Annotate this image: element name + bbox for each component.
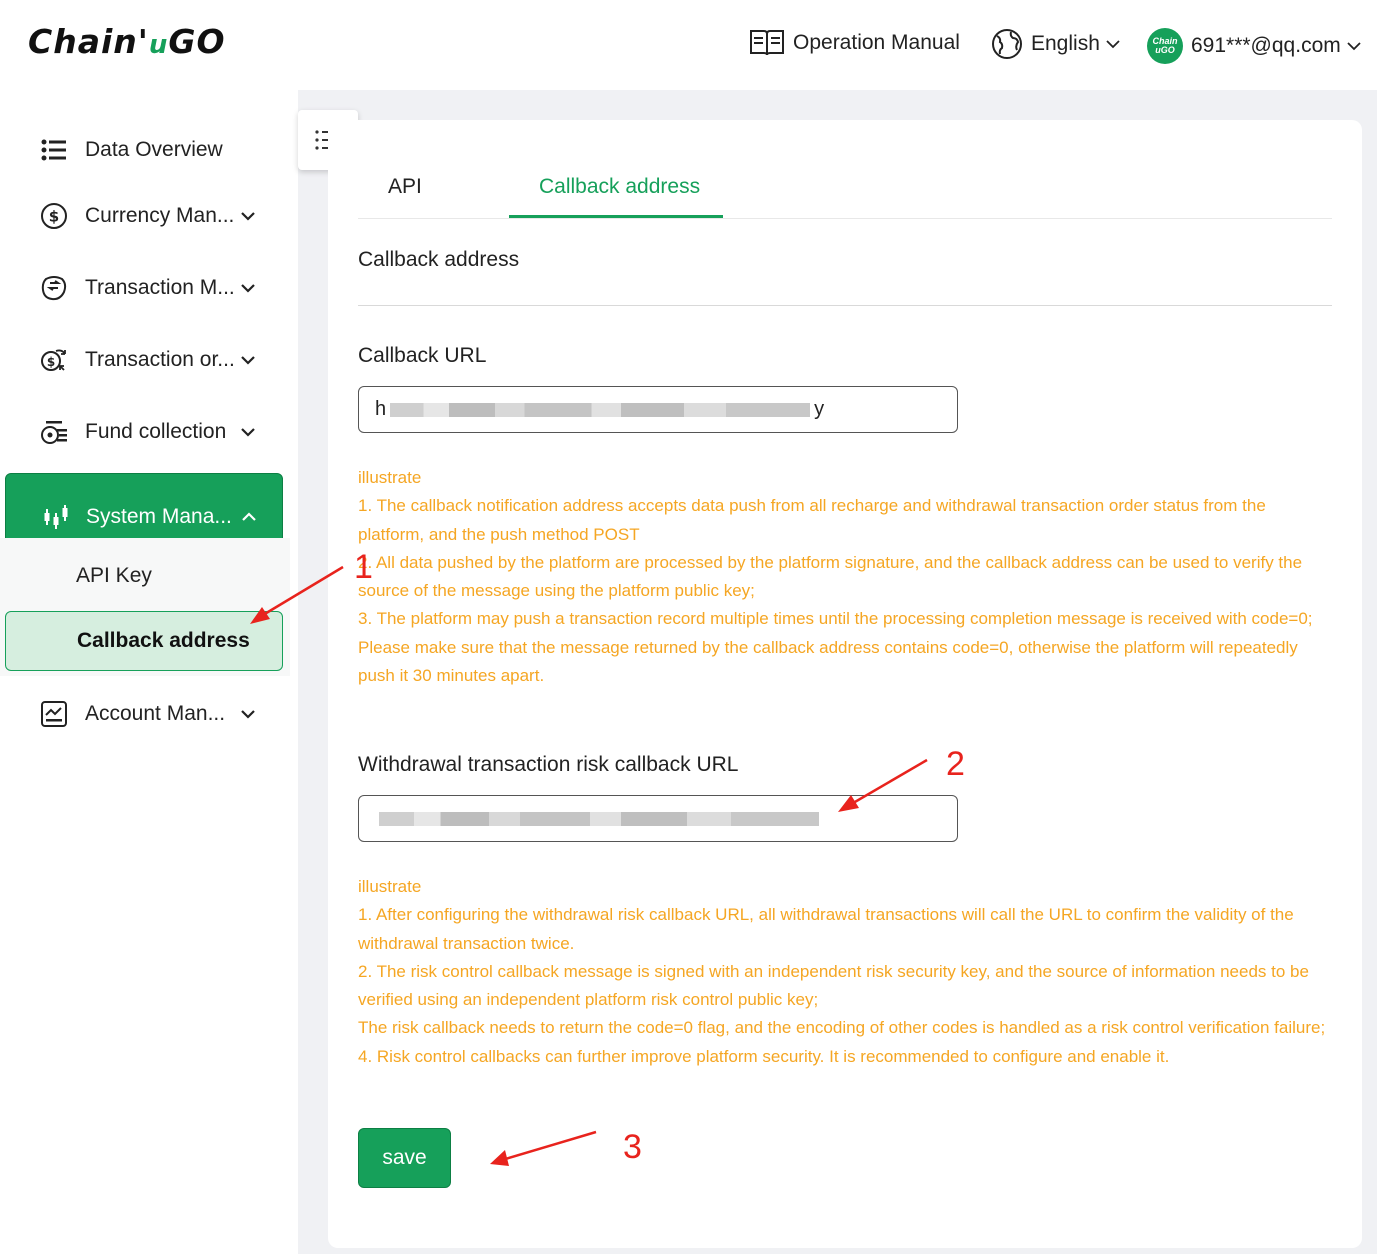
sidebar-item-currency-management[interactable]: $ Currency Man... xyxy=(0,188,290,244)
note-line: 3. The platform may push a transaction r… xyxy=(358,609,1313,629)
tab-api[interactable]: API xyxy=(388,175,422,199)
annotation-number: 1 xyxy=(354,548,373,586)
divider xyxy=(358,305,1332,306)
tab-bar: API Callback address xyxy=(358,120,1332,219)
submenu-item-callback-address[interactable]: Callback address xyxy=(5,611,283,671)
book-icon xyxy=(750,30,784,56)
note-line: 1. After configuring the withdrawal risk… xyxy=(358,905,1294,953)
chevron-down-icon xyxy=(1347,42,1361,51)
redacted-url-blur xyxy=(379,811,819,826)
sidebar-item-label: Fund collection xyxy=(85,420,227,443)
section-title: Callback address xyxy=(358,248,520,271)
logo-text-go: GO xyxy=(168,22,226,61)
system-management-submenu: API Key Callback address xyxy=(0,538,290,676)
language-selector[interactable]: English xyxy=(991,28,1128,60)
chevron-down-icon xyxy=(241,356,255,365)
chevron-down-icon xyxy=(241,212,255,221)
globe-icon xyxy=(992,29,1022,59)
note-line: 1. The callback notification address acc… xyxy=(358,496,1266,544)
sidebar-item-label: Account Man... xyxy=(85,702,226,725)
annotation-number: 3 xyxy=(623,1128,642,1166)
risk-callback-url-input[interactable] xyxy=(358,795,958,842)
sidebar-item-transaction-management[interactable]: Transaction M... xyxy=(0,260,290,316)
callback-url-input[interactable]: h y xyxy=(358,386,958,433)
content-card: API Callback address Callback address Ca… xyxy=(328,120,1362,1248)
tab-callback-address[interactable]: Callback address xyxy=(539,175,700,199)
annotation-number: 2 xyxy=(946,745,965,783)
transaction-icon xyxy=(41,276,67,301)
sidebar-item-label: Transaction M... xyxy=(85,276,235,299)
coin-order-icon: $ xyxy=(41,349,66,371)
top-header: Chain'uGO Operation Manual English Chain… xyxy=(0,0,1377,90)
logo-text-u: u xyxy=(148,30,169,60)
chevron-down-icon xyxy=(241,284,255,293)
note-line: 2. All data pushed by the platform are p… xyxy=(358,552,1303,601)
candlestick-icon xyxy=(44,504,68,529)
callback-url-value-end: y xyxy=(814,398,825,420)
save-button[interactable]: save xyxy=(358,1128,451,1188)
sidebar-item-label: System Mana... xyxy=(86,504,232,528)
dollar-icon: $ xyxy=(41,203,67,229)
sidebar-item-label: Transaction or... xyxy=(85,348,235,371)
operation-manual-link[interactable]: Operation Manual xyxy=(749,28,960,58)
illustrate-notes-risk: illustrate 1. After configuring the with… xyxy=(358,873,1328,1071)
note-line: Please make sure that the message return… xyxy=(358,637,1298,686)
sidebar-item-account-management[interactable]: Account Man... xyxy=(0,686,290,742)
risk-callback-url-label: Withdrawal transaction risk callback URL xyxy=(358,753,739,776)
user-menu[interactable]: Chain uGO 691***@qq.com xyxy=(1147,28,1369,64)
svg-text:$: $ xyxy=(49,208,59,226)
note-heading: illustrate xyxy=(358,877,422,896)
redacted-url-blur xyxy=(390,402,811,417)
sidebar-item-fund-collection[interactable]: Fund collection xyxy=(0,404,290,460)
chevron-down-icon xyxy=(241,428,255,437)
note-heading: illustrate xyxy=(358,468,422,487)
submenu-item-api-key[interactable]: API Key xyxy=(76,564,152,588)
chainugo-logo[interactable]: Chain'uGO xyxy=(28,22,226,61)
logo-text-chain: Chain' xyxy=(28,22,149,61)
sidebar-item-label: Currency Man... xyxy=(85,204,235,227)
note-line: 2. The risk control callback message is … xyxy=(358,961,1309,1010)
note-line: The risk callback needs to return the co… xyxy=(358,1018,1326,1038)
chevron-down-icon xyxy=(241,710,255,719)
chevron-down-icon xyxy=(1106,40,1120,49)
sidebar-item-label: Data Overview xyxy=(85,138,223,161)
language-label: English xyxy=(1031,32,1100,55)
fund-icon xyxy=(41,421,67,444)
operation-manual-label: Operation Manual xyxy=(793,31,960,54)
sidebar-item-transaction-order[interactable]: $ Transaction or... xyxy=(0,332,290,388)
sidebar-item-data-overview[interactable]: Data Overview xyxy=(0,122,290,178)
avatar: Chain uGO xyxy=(1147,28,1183,64)
chevron-up-icon xyxy=(242,511,256,521)
illustrate-notes-callback: illustrate 1. The callback notification … xyxy=(358,464,1328,690)
sidebar: Data Overview $ Currency Man... Transact… xyxy=(0,90,298,1254)
user-email: 691***@qq.com xyxy=(1191,34,1341,57)
callback-url-value-start: h xyxy=(375,398,387,420)
list-icon xyxy=(41,139,66,161)
note-line: 4. Risk control callbacks can further im… xyxy=(358,1046,1170,1066)
account-icon xyxy=(41,701,67,727)
active-tab-indicator xyxy=(509,215,723,218)
svg-text:$: $ xyxy=(47,355,55,369)
callback-url-label: Callback URL xyxy=(358,344,487,367)
